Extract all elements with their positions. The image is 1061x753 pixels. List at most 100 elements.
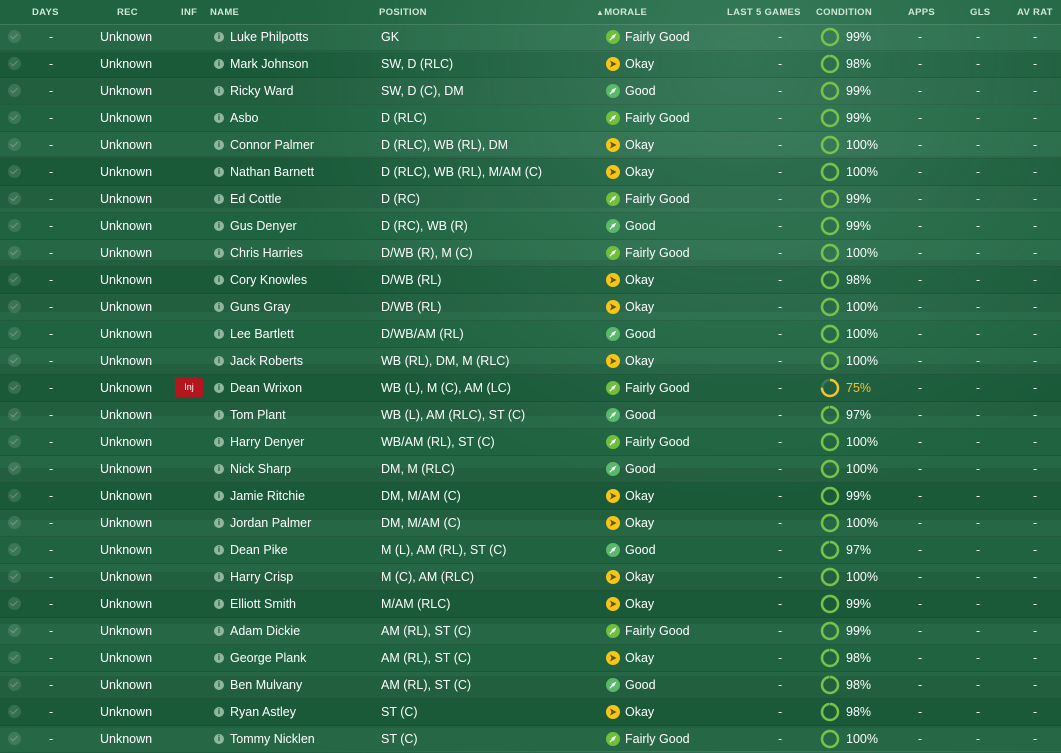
table-row[interactable]: - Unknown Chris Harries D/WB (R), M (C) Fair… <box>0 240 1061 267</box>
player-name[interactable]: Gus Denyer <box>230 219 297 233</box>
row-select-checkbox[interactable] <box>8 273 21 286</box>
column-header-inf[interactable]: INF <box>181 7 197 18</box>
row-select-checkbox[interactable] <box>8 489 21 502</box>
table-row[interactable]: - Unknown Mark Johnson SW, D (RLC) Okay - 98% -… <box>0 51 1061 78</box>
row-select-checkbox[interactable] <box>8 138 21 151</box>
info-icon[interactable]: i <box>214 491 224 501</box>
table-row[interactable]: - Unknown Jamie Ritchie DM, M/AM (C) Okay - 99… <box>0 483 1061 510</box>
player-name[interactable]: Ben Mulvany <box>230 678 302 692</box>
column-header-morale[interactable]: ▲MORALE <box>596 7 647 18</box>
info-icon[interactable]: i <box>214 113 224 123</box>
info-icon[interactable]: i <box>214 329 224 339</box>
column-header-days[interactable]: DAYS <box>32 7 59 18</box>
table-row[interactable]: - Unknown Luke Philpotts GK Fairly Good - 99% -… <box>0 24 1061 51</box>
row-select-checkbox[interactable] <box>8 570 21 583</box>
player-name[interactable]: Jack Roberts <box>230 354 303 368</box>
player-name[interactable]: Dean Wrixon <box>230 381 302 395</box>
info-icon[interactable]: i <box>214 140 224 150</box>
table-row[interactable]: - Unknown Asbo D (RLC) Fairly Good - 99% - - - i <box>0 105 1061 132</box>
row-select-checkbox[interactable] <box>8 408 21 421</box>
player-name[interactable]: Cory Knowles <box>230 273 307 287</box>
column-header-position[interactable]: POSITION <box>379 7 427 18</box>
info-icon[interactable]: i <box>214 437 224 447</box>
table-row[interactable]: - Unknown Cory Knowles D/WB (RL) Okay - 98% - - -… <box>0 267 1061 294</box>
player-name[interactable]: Ricky Ward <box>230 84 293 98</box>
table-row[interactable]: - Unknown Harry Crisp M (C), AM (RLC) Okay - 1… <box>0 564 1061 591</box>
row-select-checkbox[interactable] <box>8 678 21 691</box>
info-icon[interactable]: i <box>214 248 224 258</box>
row-select-checkbox[interactable] <box>8 300 21 313</box>
table-row[interactable]: - Unknown Nathan Barnett D (RLC), WB (RL), … <box>0 159 1061 186</box>
column-header-apps[interactable]: APPS <box>908 7 935 18</box>
column-header-gls[interactable]: GLS <box>970 7 990 18</box>
info-icon[interactable]: i <box>214 653 224 663</box>
row-select-checkbox[interactable] <box>8 705 21 718</box>
column-header-avrat[interactable]: AV RAT <box>1017 7 1053 18</box>
player-name[interactable]: Mark Johnson <box>230 57 309 71</box>
info-icon[interactable]: i <box>214 545 224 555</box>
table-row[interactable]: - Unknown Connor Palmer D (RLC), WB (RL), D… <box>0 132 1061 159</box>
row-select-checkbox[interactable] <box>8 219 21 232</box>
player-name[interactable]: Ryan Astley <box>230 705 296 719</box>
row-select-checkbox[interactable] <box>8 57 21 70</box>
info-icon[interactable]: i <box>214 383 224 393</box>
row-select-checkbox[interactable] <box>8 462 21 475</box>
row-select-checkbox[interactable] <box>8 651 21 664</box>
info-icon[interactable]: i <box>214 572 224 582</box>
player-name[interactable]: George Plank <box>230 651 306 665</box>
player-name[interactable]: Connor Palmer <box>230 138 314 152</box>
row-select-checkbox[interactable] <box>8 354 21 367</box>
player-name[interactable]: Ed Cottle <box>230 192 281 206</box>
player-name[interactable]: Harry Crisp <box>230 570 293 584</box>
table-row[interactable]: - Unknown Jordan Palmer DM, M/AM (C) Okay - 10… <box>0 510 1061 537</box>
player-name[interactable]: Harry Denyer <box>230 435 304 449</box>
info-icon[interactable]: i <box>214 518 224 528</box>
row-select-checkbox[interactable] <box>8 543 21 556</box>
row-select-checkbox[interactable] <box>8 165 21 178</box>
table-row[interactable]: - Unknown Harry Denyer WB/AM (RL), ST (C) Fa… <box>0 429 1061 456</box>
player-name[interactable]: Luke Philpotts <box>230 30 309 44</box>
info-icon[interactable]: i <box>214 32 224 42</box>
row-select-checkbox[interactable] <box>8 624 21 637</box>
table-row[interactable]: - Unknown Jack Roberts WB (RL), DM, M (RLC)… <box>0 348 1061 375</box>
player-name[interactable]: Asbo <box>230 111 259 125</box>
info-icon[interactable]: i <box>214 194 224 204</box>
table-row[interactable]: - Unknown Adam Dickie AM (RL), ST (C) Fairly… <box>0 618 1061 645</box>
info-icon[interactable]: i <box>214 599 224 609</box>
table-row[interactable]: - Unknown Lee Bartlett D/WB/AM (RL) Good - 100… <box>0 321 1061 348</box>
info-icon[interactable]: i <box>214 275 224 285</box>
table-row[interactable]: - Unknown Gus Denyer D (RC), WB (R) Good - 99%… <box>0 213 1061 240</box>
info-icon[interactable]: i <box>214 356 224 366</box>
row-select-checkbox[interactable] <box>8 435 21 448</box>
player-name[interactable]: Nathan Barnett <box>230 165 314 179</box>
player-name[interactable]: Tommy Nicklen <box>230 732 315 746</box>
column-header-condition[interactable]: CONDITION <box>816 7 872 18</box>
info-icon[interactable]: i <box>214 464 224 474</box>
player-name[interactable]: Jamie Ritchie <box>230 489 305 503</box>
player-name[interactable]: Jordan Palmer <box>230 516 311 530</box>
column-header-last5[interactable]: LAST 5 GAMES <box>727 7 801 18</box>
player-name[interactable]: Guns Gray <box>230 300 290 314</box>
info-icon[interactable]: i <box>214 734 224 744</box>
player-name[interactable]: Nick Sharp <box>230 462 291 476</box>
player-name[interactable]: Tom Plant <box>230 408 286 422</box>
row-select-checkbox[interactable] <box>8 327 21 340</box>
table-row[interactable]: - Unknown Ricky Ward SW, D (C), DM Good - 99% -… <box>0 78 1061 105</box>
row-select-checkbox[interactable] <box>8 246 21 259</box>
row-select-checkbox[interactable] <box>8 30 21 43</box>
table-row[interactable]: - Unknown Dean Wrixon WB (L), M (C), AM (LC… <box>0 375 1061 402</box>
info-icon[interactable]: i <box>214 707 224 717</box>
info-icon[interactable]: i <box>214 59 224 69</box>
row-select-checkbox[interactable] <box>8 84 21 97</box>
column-header-rec[interactable]: REC <box>117 7 138 18</box>
info-icon[interactable]: i <box>214 680 224 690</box>
row-select-checkbox[interactable] <box>8 597 21 610</box>
row-select-checkbox[interactable] <box>8 516 21 529</box>
row-select-checkbox[interactable] <box>8 381 21 394</box>
info-icon[interactable]: i <box>214 410 224 420</box>
row-select-checkbox[interactable] <box>8 732 21 745</box>
table-row[interactable]: - Unknown Tommy Nicklen ST (C) Fairly Good - 1… <box>0 726 1061 753</box>
player-name[interactable]: Elliott Smith <box>230 597 296 611</box>
info-icon[interactable]: i <box>214 167 224 177</box>
column-header-name[interactable]: NAME <box>210 7 239 18</box>
